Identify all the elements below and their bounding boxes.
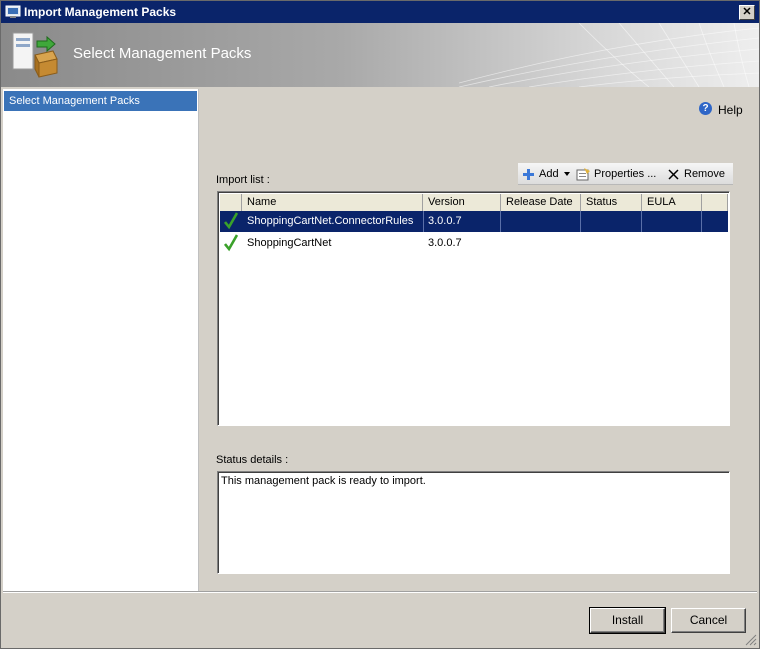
banner-title: Select Management Packs	[73, 45, 252, 62]
checkmark-icon	[224, 234, 238, 252]
cancel-button[interactable]: Cancel	[671, 608, 746, 633]
window-title: Import Management Packs	[24, 5, 177, 19]
footer-divider	[3, 591, 757, 593]
row-release-date	[501, 211, 581, 232]
checkmark-icon	[224, 212, 238, 230]
title-bar[interactable]: Import Management Packs ✕	[1, 1, 759, 23]
close-button[interactable]: ✕	[739, 5, 755, 20]
import-management-packs-dialog: Import Management Packs ✕ Select Managem…	[0, 0, 760, 649]
list-header: Name Version Release Date Status EULA	[220, 194, 728, 212]
row-release-date	[501, 233, 580, 254]
column-header-name[interactable]: Name	[242, 194, 423, 212]
row-version: 3.0.0.7	[428, 237, 462, 249]
import-list[interactable]: Name Version Release Date Status EULA Sh…	[217, 191, 730, 426]
import-list-label: Import list :	[216, 174, 270, 186]
app-icon	[5, 5, 21, 18]
install-button[interactable]: Install	[589, 607, 666, 634]
row-name: ShoppingCartNet.ConnectorRules	[242, 211, 424, 232]
status-details-label: Status details :	[216, 454, 289, 466]
column-header-version[interactable]: Version	[423, 194, 501, 212]
remove-x-icon	[668, 169, 679, 180]
decorative-mesh	[459, 23, 759, 87]
properties-icon	[576, 168, 590, 181]
column-header-release-date[interactable]: Release Date	[501, 194, 581, 212]
import-list-toolbar: Add Properties ... Remove	[518, 163, 733, 185]
sidebar-item-select-management-packs[interactable]: Select Management Packs	[4, 91, 197, 111]
header-banner: Select Management Packs	[1, 23, 759, 87]
column-header-status[interactable]: Status	[581, 194, 642, 212]
row-eula	[642, 233, 701, 254]
row-name: ShoppingCartNet	[247, 237, 332, 249]
row-status	[581, 233, 641, 254]
table-row[interactable]: ShoppingCartNet 3.0.0.7	[220, 233, 728, 254]
resize-grip-icon[interactable]	[745, 634, 757, 646]
status-details-text: This management pack is ready to import.	[221, 475, 426, 487]
management-pack-import-icon	[12, 32, 58, 78]
column-header-filler	[702, 194, 728, 212]
table-row[interactable]: ShoppingCartNet.ConnectorRules 3.0.0.7	[220, 211, 728, 232]
help-icon: ?	[699, 102, 712, 115]
row-eula	[642, 211, 702, 232]
row-status	[581, 211, 642, 232]
row-version: 3.0.0.7	[423, 211, 501, 232]
column-header-icon[interactable]	[220, 194, 242, 212]
wizard-steps-sidebar: Select Management Packs	[3, 89, 199, 591]
close-icon: ✕	[742, 6, 752, 18]
status-details-box[interactable]: This management pack is ready to import.	[217, 471, 730, 574]
plus-icon	[523, 169, 534, 180]
help-label: Help	[718, 103, 743, 117]
column-header-eula[interactable]: EULA	[642, 194, 702, 212]
chevron-down-icon	[564, 172, 570, 176]
